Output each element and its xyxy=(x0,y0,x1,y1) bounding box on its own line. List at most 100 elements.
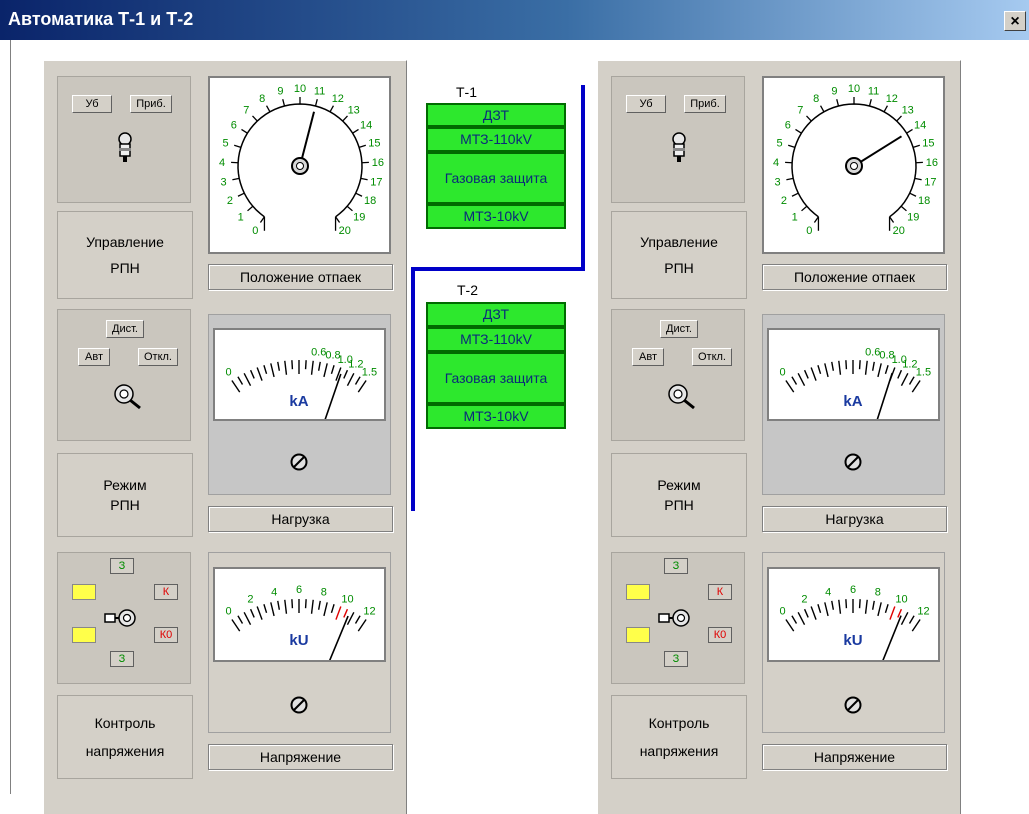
prot-t1-mtz10[interactable]: МТЗ-10kV xyxy=(426,204,566,229)
voltage-adjust-knob-icon[interactable] xyxy=(289,695,309,715)
tap-tick-label: 13 xyxy=(902,104,914,116)
mode-rotary-switch-icon[interactable] xyxy=(664,380,698,414)
load-meter-tick-label: 0.6 xyxy=(865,347,880,359)
tap-tick-label: 15 xyxy=(368,138,380,150)
bus-t2-vertical xyxy=(411,267,415,511)
dist-button[interactable]: Дист. xyxy=(106,320,144,338)
tap-tick xyxy=(786,178,793,179)
avt-button[interactable]: Авт xyxy=(632,348,664,366)
voltage-selector-switch-icon[interactable] xyxy=(103,605,143,631)
voltage-meter-block: 024681012kU xyxy=(762,552,945,733)
voltage-meter-tick xyxy=(811,607,816,620)
prib-button[interactable]: Приб. xyxy=(684,95,726,113)
tap-tick-label: 19 xyxy=(907,212,919,224)
voltage-meter-tick-label: 8 xyxy=(875,586,881,598)
tap-position-dial: 01234567891011121314151617181920 xyxy=(762,76,945,254)
load-meter-tick xyxy=(358,381,366,393)
voltage-meter-tick-label: 10 xyxy=(895,594,907,606)
load-meter-tick xyxy=(811,368,816,381)
prib-button[interactable]: Приб. xyxy=(130,95,172,113)
tap-tick xyxy=(356,193,362,196)
title-bar[interactable]: Автоматика Т-1 и Т-2 × xyxy=(0,0,1029,40)
load-meter-face: 00.60.81.01.21.5kA xyxy=(213,328,386,421)
otkl-button[interactable]: Откл. xyxy=(692,348,732,366)
load-adjust-knob-icon[interactable] xyxy=(843,452,863,472)
voltage-meter-block: 024681012kU xyxy=(208,552,391,733)
tap-position-caption: Положение отпаек xyxy=(208,264,393,290)
indicator-k0-left: К0 xyxy=(626,627,650,643)
tap-dial-hub-center xyxy=(297,163,304,170)
rotary-switch-icon[interactable] xyxy=(113,131,137,165)
tap-tick xyxy=(821,106,824,112)
indicator-k0-left: К0 xyxy=(72,627,96,643)
voltage-meter-needle xyxy=(316,616,348,660)
indicator-k0-right: К0 xyxy=(708,627,732,643)
voltage-caption: Напряжение xyxy=(762,744,947,770)
voltage-meter-tick xyxy=(839,600,841,614)
rpn-mode-switch-block: Дист. Авт Откл. xyxy=(57,309,191,441)
tap-tick xyxy=(802,206,807,211)
voltage-meter-tick xyxy=(358,620,366,632)
tap-tick-label: 2 xyxy=(227,195,233,207)
load-meter-tick xyxy=(251,370,255,378)
load-meter-tick xyxy=(818,365,821,374)
tap-tick xyxy=(915,178,922,179)
tap-tick-label: 3 xyxy=(775,177,781,189)
voltage-selector-switch-icon[interactable] xyxy=(657,605,697,631)
tap-tick-label: 1 xyxy=(238,212,244,224)
protection-t1-title: Т-1 xyxy=(456,84,477,100)
rotary-switch-icon[interactable] xyxy=(667,131,691,165)
close-button[interactable]: × xyxy=(1004,11,1026,31)
prot-t1-gas[interactable]: Газовая защита xyxy=(426,152,566,204)
voltage-meter-tick xyxy=(331,604,334,613)
tap-tick-label: 7 xyxy=(797,104,803,116)
bus-t1-vertical xyxy=(581,85,585,271)
load-meter-tick xyxy=(912,381,920,393)
voltage-meter-tick xyxy=(786,620,794,632)
prot-t2-mtz110[interactable]: МТЗ-110kV xyxy=(426,327,566,352)
rpn-mode-switch-block: Дист. Авт Откл. xyxy=(611,309,745,441)
tap-tick xyxy=(837,99,839,106)
voltage-meter-tick xyxy=(873,601,875,610)
voltage-meter-tick xyxy=(271,602,274,616)
tap-tick xyxy=(253,116,258,121)
avt-button[interactable]: Авт xyxy=(78,348,110,366)
tap-tick-label: 20 xyxy=(893,225,905,237)
prot-t2-mtz10[interactable]: МТЗ-10kV xyxy=(426,404,566,429)
ub-button[interactable]: Уб xyxy=(626,95,666,113)
panel-t2: Уб Приб. УправлениеРПН 01234567891011121… xyxy=(597,60,961,814)
tap-position-dial: 01234567891011121314151617181920 xyxy=(208,76,391,254)
load-meter-tick-label: 1.5 xyxy=(362,367,377,379)
voltage-meter-tick-label: 0 xyxy=(779,606,785,618)
load-meter-tick xyxy=(347,373,353,385)
tap-tick xyxy=(788,145,795,147)
protection-t2-title: Т-2 xyxy=(457,282,478,298)
mode-rotary-switch-icon[interactable] xyxy=(110,380,144,414)
load-meter-tick xyxy=(319,362,321,371)
load-meter-tick xyxy=(324,363,327,377)
prot-t1-mtz110[interactable]: МТЗ-110kV xyxy=(426,127,566,152)
load-meter-tick xyxy=(331,365,334,374)
indicator-z-bottom: З xyxy=(664,651,688,667)
load-meter-tick xyxy=(792,377,797,385)
tap-tick xyxy=(234,145,241,147)
load-meter-needle xyxy=(314,374,341,419)
otkl-button[interactable]: Откл. xyxy=(138,348,178,366)
prot-t1-dzt[interactable]: ДЗТ xyxy=(426,103,566,127)
dist-button[interactable]: Дист. xyxy=(660,320,698,338)
tap-tick-label: 20 xyxy=(339,225,351,237)
voltage-meter-tick xyxy=(278,601,280,610)
prot-t2-gas[interactable]: Газовая защита xyxy=(426,352,566,404)
ub-button[interactable]: Уб xyxy=(72,95,112,113)
tap-tick-label: 4 xyxy=(219,157,225,169)
load-adjust-knob-icon[interactable] xyxy=(289,452,309,472)
rpn-mode-label: РежимРПН xyxy=(57,453,193,537)
indicator-z-top: З xyxy=(110,558,134,574)
tap-tick-label: 1 xyxy=(792,212,798,224)
voltage-meter-tick-label: 0 xyxy=(225,606,231,618)
tap-tick-label: 16 xyxy=(926,157,938,169)
voltage-adjust-knob-icon[interactable] xyxy=(843,695,863,715)
indicator-k-left: К xyxy=(626,584,650,600)
voltage-meter-face: 024681012kU xyxy=(213,567,386,662)
prot-t2-dzt[interactable]: ДЗТ xyxy=(426,302,566,327)
